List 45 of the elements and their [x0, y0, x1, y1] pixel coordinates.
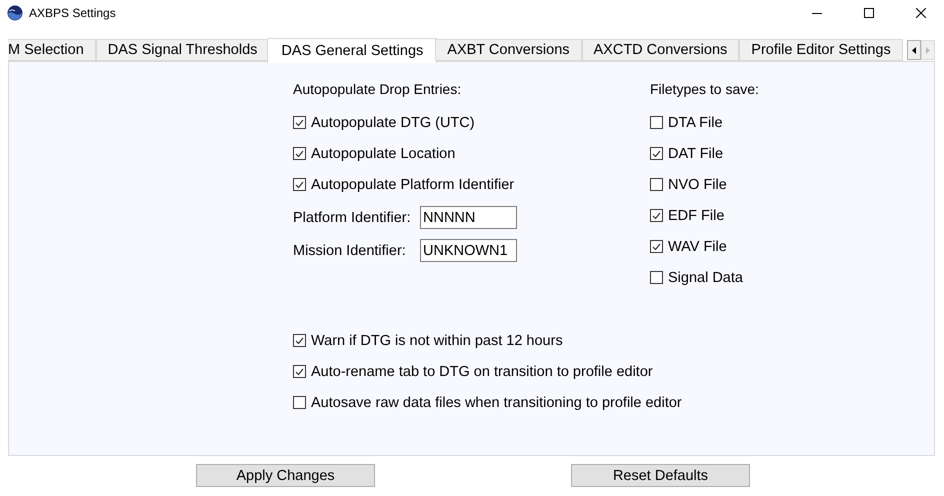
checkbox-label[interactable]: Auto-rename tab to DTG on transition to profile editor [311, 364, 653, 380]
checkbox-label[interactable]: DTA File [668, 114, 723, 130]
checkbox[interactable] [650, 240, 663, 253]
checkbox[interactable] [650, 178, 663, 191]
app-logo-icon [7, 5, 23, 21]
maximize-icon [864, 8, 874, 18]
tab[interactable]: AXBT Conversions [435, 39, 582, 61]
scroll-left-button[interactable] [907, 40, 921, 60]
checkbox[interactable] [650, 147, 663, 160]
tab[interactable]: AXCTD Conversions [582, 39, 740, 61]
input-field[interactable]: UNKNOWN1 [420, 239, 517, 262]
action-button[interactable]: Reset Defaults [571, 464, 750, 487]
checkbox[interactable] [650, 209, 663, 222]
checkbox[interactable] [293, 396, 306, 409]
checkbox-label[interactable]: Autopopulate DTG (UTC) [311, 114, 475, 130]
checkbox-label[interactable]: NVO File [668, 176, 727, 192]
checkbox[interactable] [650, 116, 663, 129]
checkbox-label[interactable]: Autopopulate Platform Identifier [311, 176, 514, 192]
checkbox[interactable] [293, 178, 306, 191]
checkbox[interactable] [293, 365, 306, 378]
checkbox[interactable] [293, 116, 306, 129]
section-heading: Filetypes to save: [650, 81, 759, 99]
checkbox-label[interactable]: Warn if DTG is not within past 12 hours [311, 332, 563, 348]
checkbox-label[interactable]: Autopopulate Location [311, 146, 456, 162]
checkbox-label[interactable]: EDF File [668, 208, 724, 224]
checkbox-label[interactable]: Autosave raw data files when transitioning to profile editor [311, 394, 682, 410]
tab[interactable]: DAS Signal Thresholds [96, 39, 270, 61]
checkbox[interactable] [293, 147, 306, 160]
left-arrow-icon [912, 46, 916, 54]
section-heading: Autopopulate Drop Entries: [293, 81, 462, 99]
checkbox-label[interactable]: DAT File [668, 146, 724, 162]
window-title: AXBPS Settings [29, 6, 117, 20]
right-arrow-icon [926, 46, 930, 54]
checkbox-label[interactable]: Signal Data [668, 270, 743, 286]
field-label: Platform Identifier: [293, 210, 412, 226]
checkbox[interactable] [650, 271, 663, 284]
tab[interactable]: M Selection [8, 39, 96, 61]
tab[interactable]: DAS General Settings [267, 38, 438, 63]
close-icon [916, 8, 926, 18]
action-button[interactable]: Apply Changes [196, 464, 375, 487]
checkbox[interactable] [293, 334, 306, 347]
tab[interactable]: Profile Editor Settings [739, 39, 903, 61]
checkbox-label[interactable]: WAV File [668, 238, 727, 254]
input-field[interactable]: NNNNN [420, 206, 517, 229]
field-label: Mission Identifier: [293, 242, 407, 258]
